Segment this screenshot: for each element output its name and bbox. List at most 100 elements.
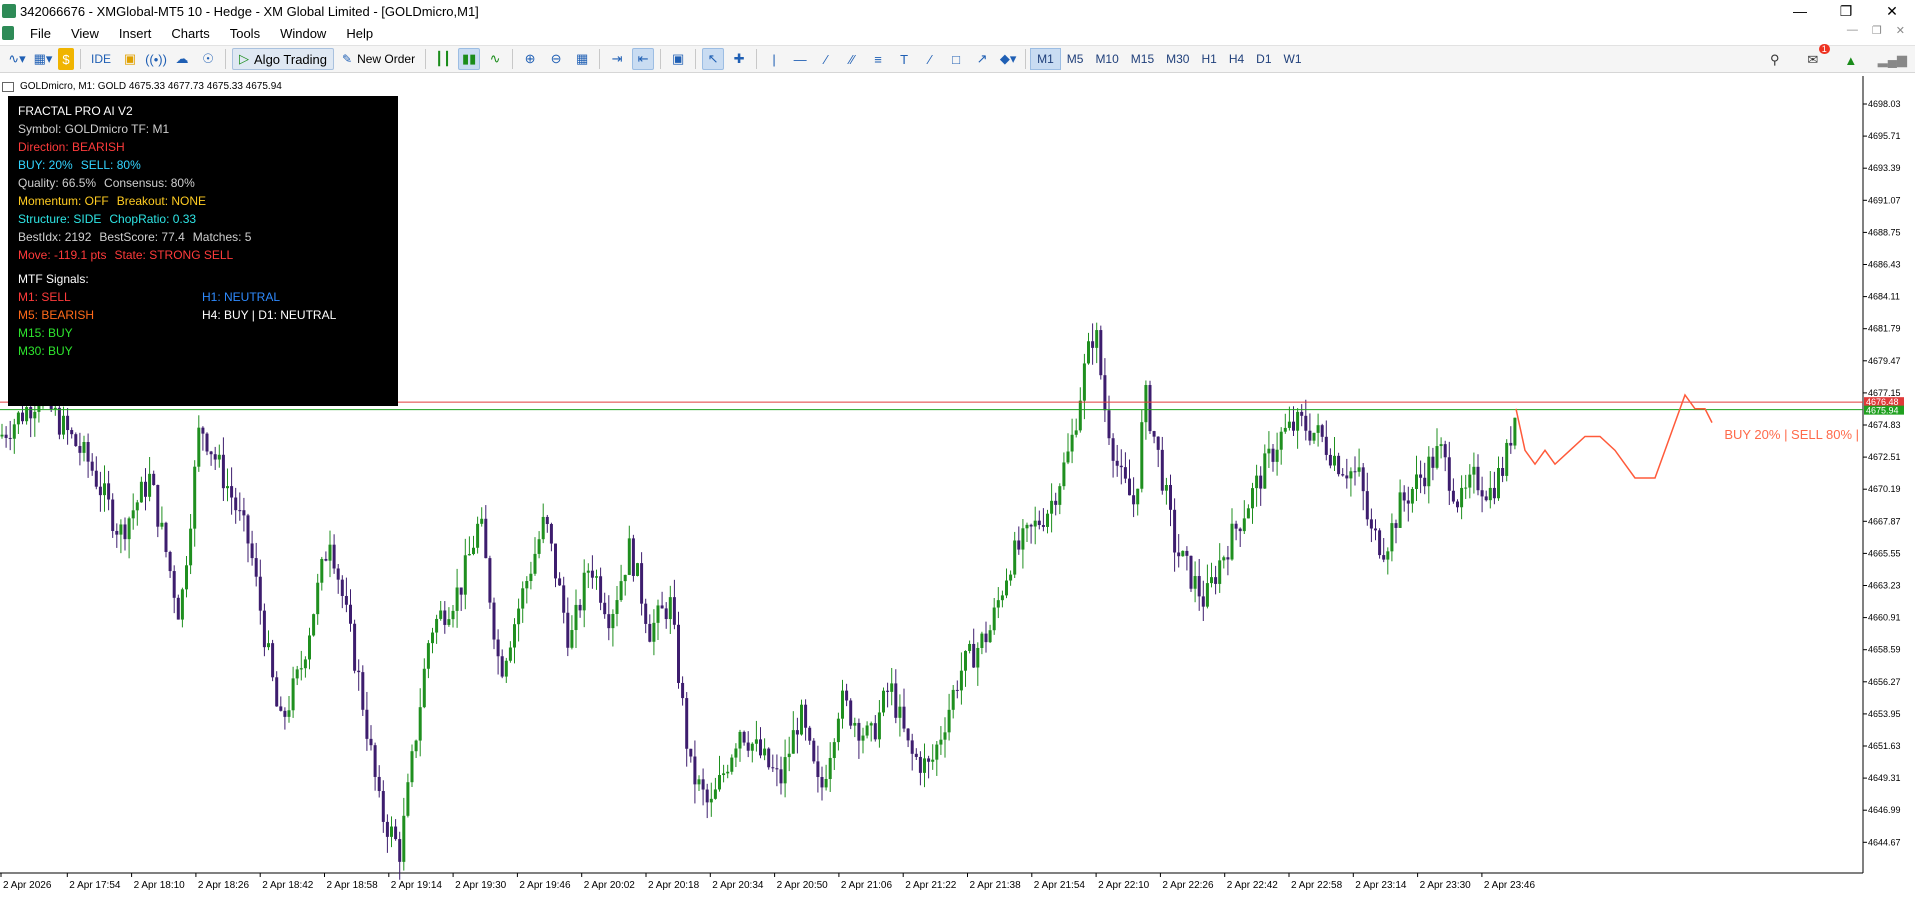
fibonacci-icon[interactable]: ≡ <box>867 48 889 70</box>
tf-m30[interactable]: M30 <box>1160 48 1195 70</box>
candle-bear <box>906 728 910 741</box>
candle-bear <box>332 544 336 569</box>
level-icon[interactable]: ▲ <box>1840 49 1862 71</box>
maximize-icon[interactable]: ❐ <box>1823 0 1869 22</box>
candle-bull <box>12 424 16 439</box>
mdi-close-icon[interactable]: ✕ <box>1896 24 1905 37</box>
bar-chart-icon[interactable]: ┃┃ <box>432 48 454 70</box>
candle-bull <box>964 650 967 671</box>
zoom-in-icon[interactable]: ⊕ <box>519 48 541 70</box>
price-tick-label: 4693.39 <box>1868 163 1901 173</box>
notifications-icon[interactable]: ✉ 1 <box>1802 44 1830 71</box>
market-icon[interactable]: $ <box>58 48 74 70</box>
candle-bear <box>759 739 762 756</box>
cloud-icon[interactable]: ☁ <box>171 48 193 70</box>
candle-bear <box>4 434 8 438</box>
mdi-restore-icon[interactable]: ❐ <box>1872 24 1882 37</box>
candle-bull <box>320 558 324 583</box>
candle-bear <box>78 446 82 453</box>
candle-bull <box>787 753 791 758</box>
candle-bear <box>156 484 160 527</box>
zoom-out-icon[interactable]: ⊖ <box>545 48 567 70</box>
new-order-button[interactable]: ✎ New Order <box>338 48 419 70</box>
vps-icon[interactable]: ☉ <box>197 48 219 70</box>
chart-type-icon[interactable]: ∿▾ <box>6 48 28 70</box>
search-icon[interactable]: ⚲ <box>1764 49 1786 71</box>
menu-help[interactable]: Help <box>336 26 383 41</box>
crosshair-icon[interactable]: ✚ <box>728 48 750 70</box>
text-icon[interactable]: T <box>893 48 915 70</box>
tf-m5[interactable]: M5 <box>1061 48 1090 70</box>
time-tick-label: 2 Apr 22:42 <box>1227 880 1279 891</box>
rectangle-icon[interactable]: □ <box>945 48 967 70</box>
tf-w1[interactable]: W1 <box>1278 48 1308 70</box>
trendline-icon[interactable]: ∕ <box>815 48 837 70</box>
close-icon[interactable]: ✕ <box>1869 0 1915 22</box>
candle-bear <box>1423 477 1427 487</box>
candle-bull <box>824 779 828 788</box>
price-tick-label: 4691.07 <box>1868 195 1901 205</box>
chart-area[interactable]: 4698.03 4695.71 4693.39 4691.07 4688.75 4686.… <box>0 76 1915 897</box>
candle-bull <box>1046 513 1049 527</box>
shapes-icon[interactable]: ◆▾ <box>997 48 1019 70</box>
menu-insert[interactable]: Insert <box>109 26 162 41</box>
panel-momentum-row: Momentum: OFF Breakout: NONE <box>18 194 206 208</box>
horizontal-line-icon[interactable]: — <box>789 48 811 70</box>
tf-m10[interactable]: M10 <box>1089 48 1124 70</box>
candle-bull <box>890 683 894 692</box>
candle-bear <box>144 481 147 497</box>
time-tick-label: 2 Apr 20:34 <box>712 880 764 891</box>
grid-icon[interactable]: ▦ <box>571 48 593 70</box>
vertical-line-icon[interactable]: | <box>763 48 785 70</box>
minimize-icon[interactable]: — <box>1777 0 1823 22</box>
candle-bear <box>1029 524 1033 527</box>
menu-charts[interactable]: Charts <box>161 26 219 41</box>
candle-bull <box>267 643 270 648</box>
candle-bull <box>783 757 787 784</box>
candle-bull <box>504 660 508 677</box>
menu-file[interactable]: File <box>20 26 61 41</box>
line-chart-icon[interactable]: ∿ <box>484 48 506 70</box>
menu-tools[interactable]: Tools <box>220 26 270 41</box>
tf-d1[interactable]: D1 <box>1250 48 1277 70</box>
ide-button[interactable]: IDE <box>87 48 115 70</box>
projection-label: BUY 20% | SELL 80% | <box>1724 427 1859 442</box>
channel-icon[interactable]: ∕∕ <box>841 48 863 70</box>
panel-sell: SELL: 80% <box>80 158 141 172</box>
templates-icon[interactable]: ▦▾ <box>32 48 54 70</box>
chart-menu-icon[interactable] <box>2 81 14 92</box>
screenshot-icon[interactable]: ▣ <box>667 48 689 70</box>
pitchfork-icon[interactable]: ∕ <box>919 48 941 70</box>
candle-bear <box>205 433 209 452</box>
menu-window[interactable]: Window <box>270 26 336 41</box>
price-tick-label: 4644.67 <box>1868 837 1901 847</box>
signals-icon[interactable]: ((•)) <box>145 48 167 70</box>
menu-view[interactable]: View <box>61 26 109 41</box>
algo-trading-button[interactable]: ▷ Algo Trading <box>232 48 335 70</box>
panel-symbol: Symbol: GOLDmicro TF: M1 <box>18 122 170 136</box>
chart-window-icon[interactable] <box>2 26 14 40</box>
candle-bull <box>726 771 730 774</box>
candlestick-icon[interactable]: ▮▮ <box>458 48 481 70</box>
tf-h1[interactable]: H1 <box>1195 48 1222 70</box>
tf-m1[interactable]: M1 <box>1030 48 1061 70</box>
bag-icon[interactable]: ▣ <box>119 48 141 70</box>
candle-bull <box>619 581 623 601</box>
candle-bear <box>246 515 250 544</box>
tf-h4[interactable]: H4 <box>1223 48 1250 70</box>
candle-bull <box>1312 432 1316 441</box>
arrow-line-icon[interactable]: ↗ <box>971 48 993 70</box>
projection-line <box>1515 393 1713 479</box>
candle-bear <box>1447 457 1451 491</box>
time-tick-label: 2 Apr 20:18 <box>648 880 700 891</box>
candle-bear <box>1501 468 1505 476</box>
cursor-icon[interactable]: ↖ <box>702 48 725 70</box>
autoscroll-icon[interactable]: ⇥ <box>606 48 628 70</box>
candle-bear <box>554 543 557 579</box>
tf-m15[interactable]: M15 <box>1125 48 1160 70</box>
mdi-minimize-icon[interactable]: — <box>1847 24 1858 37</box>
candle-bear <box>283 710 287 717</box>
candle-bear <box>115 530 119 535</box>
chart-shift-icon[interactable]: ⇤ <box>632 48 655 70</box>
candle-bull <box>131 510 135 519</box>
